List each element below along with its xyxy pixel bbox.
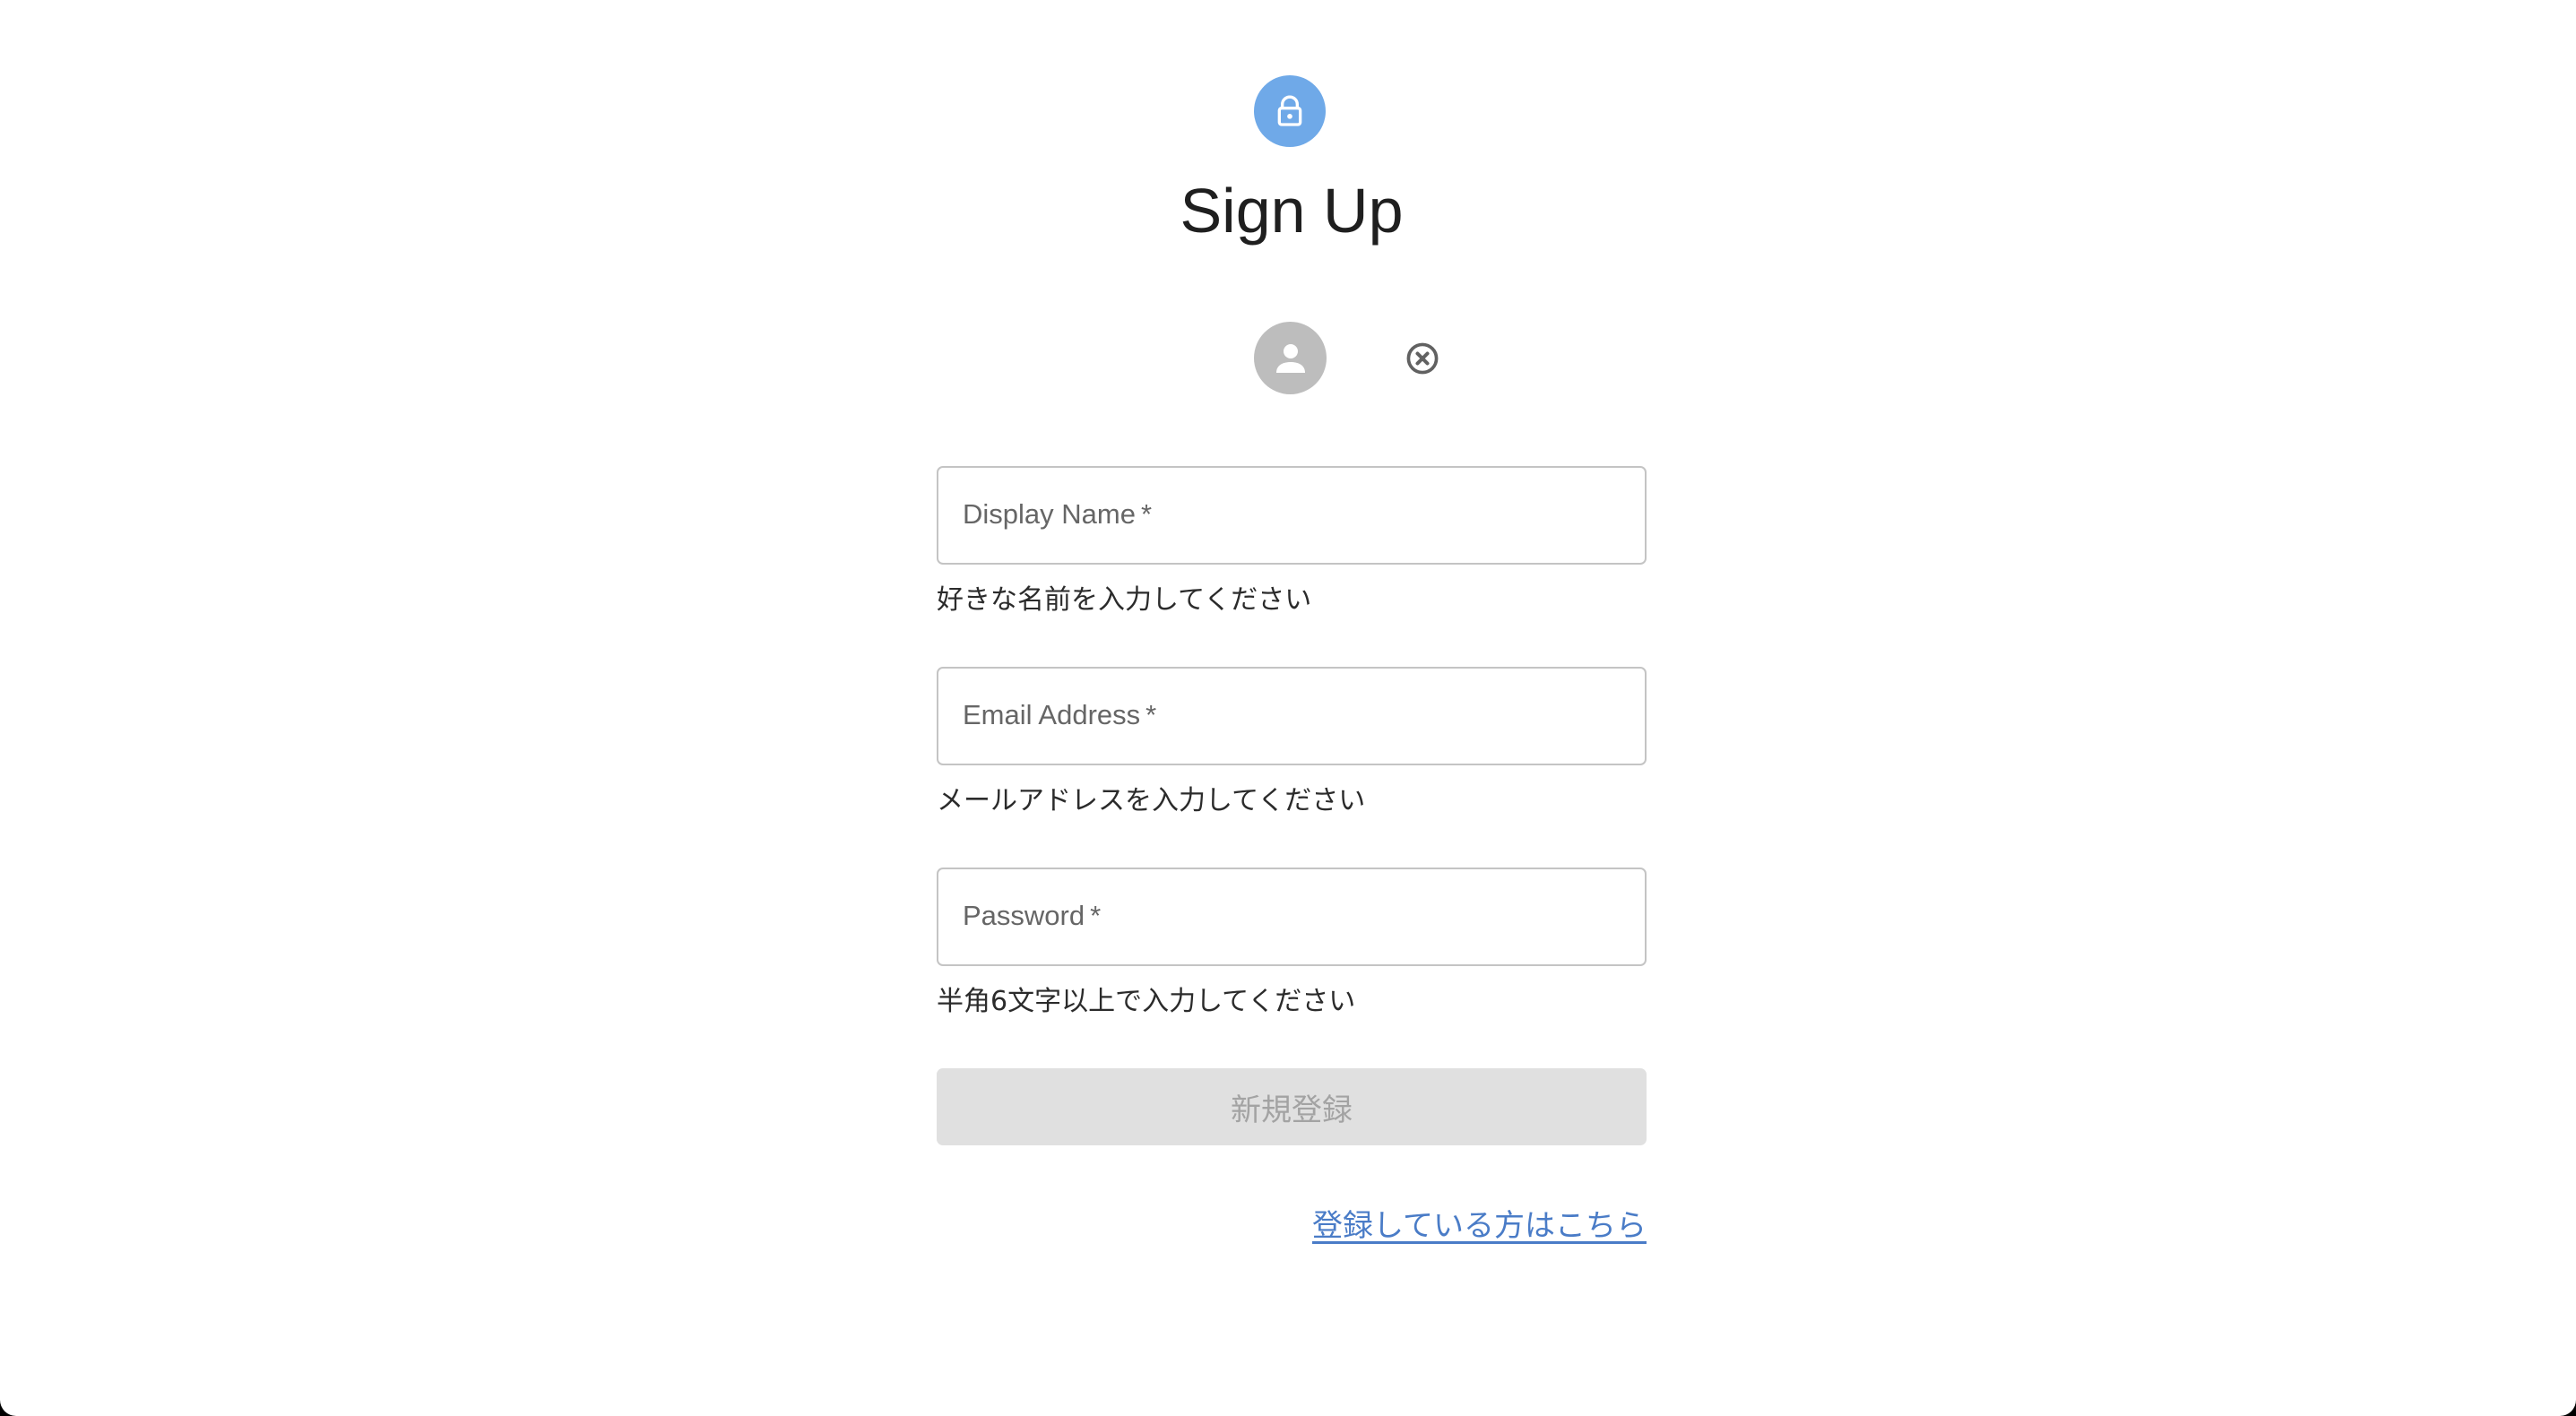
password-label: Password *	[963, 900, 1102, 931]
signup-submit-button[interactable]: 新規登録	[937, 1068, 1647, 1145]
password-field[interactable]: Password *	[937, 868, 1647, 966]
display-name-helper: 好きな名前を入力してください	[937, 584, 1312, 616]
email-field[interactable]: Email Address *	[937, 667, 1647, 765]
lock-icon	[1277, 95, 1302, 126]
display-name-label: Display Name *	[963, 498, 1153, 530]
remove-avatar-button[interactable]	[1399, 335, 1446, 382]
email-label: Email Address *	[963, 699, 1157, 730]
display-name-field[interactable]: Display Name *	[937, 466, 1647, 565]
signin-link[interactable]: 登録している方はこちら	[1312, 1206, 1647, 1246]
lock-avatar	[1254, 75, 1326, 147]
profile-avatar[interactable]	[1254, 322, 1327, 394]
page-title: Sign Up	[1180, 176, 1404, 246]
password-helper: 半角6文字以上で入力してください	[937, 986, 1356, 1017]
email-helper: メールアドレスを入力してください	[937, 785, 1366, 816]
close-circle-icon	[1406, 342, 1439, 375]
person-icon	[1275, 343, 1305, 373]
signup-page: Sign Up Display Name * 好きな名前を入力してください Ema…	[0, 0, 2576, 1416]
